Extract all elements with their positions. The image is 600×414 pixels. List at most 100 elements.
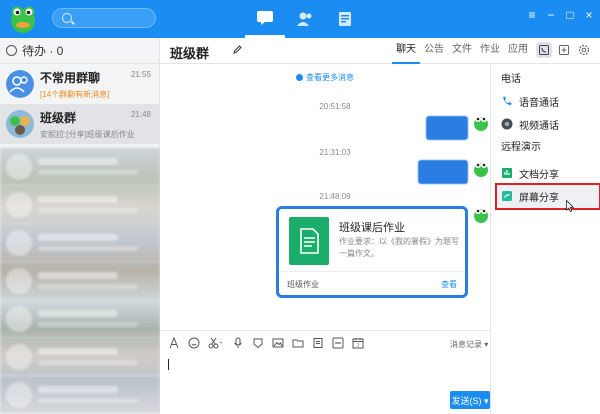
maximize-button[interactable]: □ <box>563 8 577 22</box>
conversation-preview: [14个群聊有新消息] <box>40 89 110 99</box>
phone-icon <box>539 45 549 55</box>
message-bubble[interactable] <box>426 116 468 140</box>
conversation-item[interactable]: 不常用群聊 [14个群聊有新消息] 21:55 <box>0 64 159 104</box>
screen-share-icon <box>501 190 513 202</box>
tab-homework[interactable]: 作业 <box>476 38 504 64</box>
homework-share-card[interactable]: 班级课后作业 作业要求：以《我的暑假》为题写一篇作文。 班级作业 查看 <box>276 206 468 298</box>
todo-row[interactable]: 待办 · 0 <box>0 38 159 64</box>
frog-avatar[interactable] <box>472 160 490 178</box>
history-icon <box>296 74 303 81</box>
phone-button[interactable] <box>536 42 552 58</box>
font-button[interactable] <box>168 337 180 349</box>
group-avatar <box>6 110 34 138</box>
minimize-button[interactable]: − <box>544 8 558 22</box>
gift-button[interactable] <box>252 337 264 349</box>
nav-contacts[interactable] <box>285 0 325 38</box>
screenshot-button[interactable] <box>208 337 224 349</box>
menu-icon[interactable]: ≡ <box>525 8 539 22</box>
video-icon <box>501 118 513 130</box>
scissors-icon <box>208 337 222 349</box>
folder-button[interactable] <box>292 337 304 349</box>
nav-chat[interactable] <box>245 0 285 38</box>
card-view-link[interactable]: 查看 <box>441 279 457 290</box>
message-history-link[interactable]: 消息记录 ▾ <box>450 339 488 350</box>
folder-icon <box>292 339 304 348</box>
gear-icon <box>578 44 590 56</box>
chat-icon <box>257 10 273 25</box>
conversation-name: 班级群 <box>40 110 77 125</box>
message-bubble[interactable] <box>418 160 468 184</box>
file-button[interactable] <box>312 337 324 349</box>
file-icon <box>313 338 323 348</box>
chat-title: 班级群 <box>170 46 210 61</box>
search-icon <box>62 13 72 23</box>
card-description: 作业要求：以《我的暑假》为题写一篇作文。 <box>339 237 459 258</box>
calendar-icon: 7 <box>352 338 364 349</box>
document-icon <box>289 217 329 265</box>
more-tools-button[interactable] <box>332 337 344 349</box>
settings-button[interactable] <box>576 42 592 58</box>
menu-document-share[interactable]: 文档分享 <box>501 164 597 182</box>
menu-video-call[interactable]: 视频通话 <box>501 115 597 133</box>
chat-tabs: 聊天 公告 文件 作业 应用 <box>392 38 532 64</box>
nav-apps[interactable] <box>325 0 365 38</box>
message-area[interactable]: 查看更多消息 20:51:58 21:31:03 21:48:09 班级课后作业… <box>160 64 490 330</box>
tab-apps[interactable]: 应用 <box>504 38 532 64</box>
tab-announcement[interactable]: 公告 <box>420 38 448 64</box>
menu-section-phone: 电话 <box>501 74 521 85</box>
apps-icon <box>339 12 351 26</box>
conversation-name: 不常用群聊 <box>40 70 101 85</box>
message-composer: 7 消息记录 ▾ 发送(S) ▾ <box>160 330 490 414</box>
phone-call-icon <box>501 95 513 107</box>
search-input[interactable] <box>52 8 156 28</box>
more-icon <box>332 337 344 349</box>
contacts-icon <box>297 12 312 26</box>
image-icon <box>272 338 284 348</box>
edit-icon[interactable] <box>233 45 242 54</box>
chat-header: 班级群 聊天 公告 文件 作业 应用 <box>160 38 600 64</box>
conversation-item-selected[interactable]: 班级群 安妮拉:[分享]班级课后作业 21:48 <box>0 104 159 144</box>
frog-avatar-logo[interactable] <box>6 4 40 34</box>
menu-section-remote: 远程演示 <box>501 142 541 153</box>
frog-avatar[interactable] <box>472 206 490 224</box>
close-button[interactable]: × <box>582 8 596 22</box>
timestamp: 20:51:58 <box>319 102 351 111</box>
conversation-sidebar: 待办 · 0 不常用群聊 [14个群聊有新消息] 21:55 班级群 安妮拉:[… <box>0 38 160 414</box>
timestamp: 21:48:09 <box>319 192 351 201</box>
card-footer: 班级作业 查看 <box>279 271 465 295</box>
header-actions <box>536 42 592 58</box>
add-member-button[interactable] <box>556 42 572 58</box>
window-controls: ≡ − □ × <box>525 8 596 22</box>
timestamp: 21:31:03 <box>319 148 351 157</box>
calendar-button[interactable]: 7 <box>352 337 364 349</box>
text-cursor[interactable] <box>168 359 169 370</box>
microphone-icon <box>234 337 242 348</box>
composer-toolbar: 7 <box>168 337 364 349</box>
emoji-button[interactable] <box>188 337 200 349</box>
document-share-icon <box>501 167 513 179</box>
send-button[interactable]: 发送(S) ▾ <box>450 391 490 409</box>
load-more-link[interactable]: 查看更多消息 <box>160 72 490 83</box>
font-icon <box>169 337 179 349</box>
card-source: 班级作业 <box>287 280 319 289</box>
conversation-preview: 安妮拉:[分享]班级课后作业 <box>40 129 135 139</box>
main-nav <box>245 0 365 38</box>
mouse-cursor-icon <box>566 200 574 212</box>
voice-message-button[interactable] <box>232 337 244 349</box>
emoji-icon <box>188 337 200 349</box>
conversation-time: 21:55 <box>130 70 151 79</box>
svg-text:7: 7 <box>357 343 360 349</box>
check-circle-icon <box>6 45 17 56</box>
card-title: 班级课后作业 <box>339 222 405 234</box>
conversation-time: 21:48 <box>130 110 151 119</box>
call-share-menu: 电话 语音通话 视频通话 远程演示 文档分享 屏幕分享 <box>490 64 600 414</box>
tab-chat[interactable]: 聊天 <box>392 38 420 64</box>
menu-voice-call[interactable]: 语音通话 <box>501 92 597 110</box>
menu-screen-share[interactable]: 屏幕分享 <box>501 187 597 205</box>
image-button[interactable] <box>272 337 284 349</box>
frog-avatar[interactable] <box>472 114 490 132</box>
group-avatar-icon <box>6 70 34 98</box>
todo-label: 待办 · 0 <box>22 44 64 58</box>
top-bar: ≡ − □ × <box>0 0 600 38</box>
tab-files[interactable]: 文件 <box>448 38 476 64</box>
